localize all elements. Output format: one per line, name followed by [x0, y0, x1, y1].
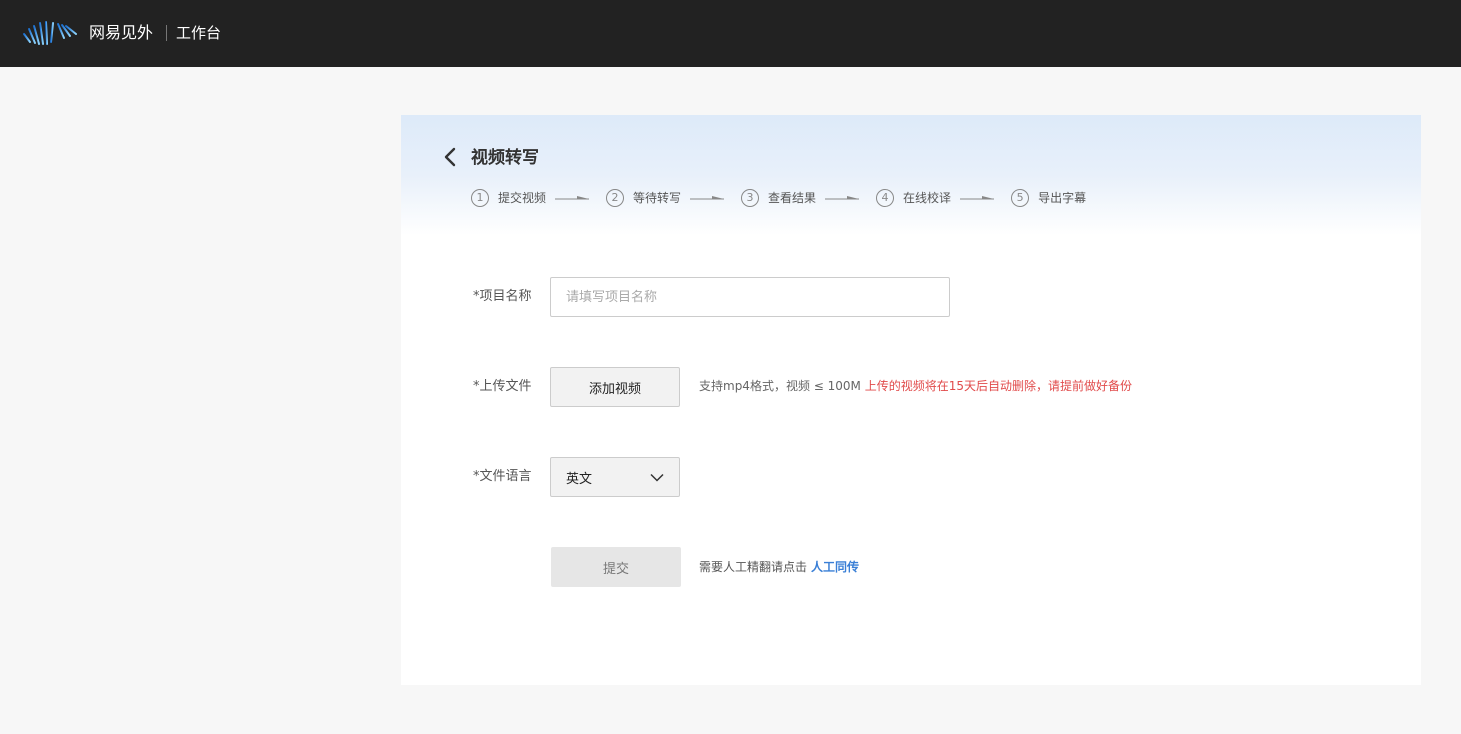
- step-number: 2: [606, 189, 625, 207]
- step-number: 5: [1011, 189, 1030, 207]
- step-2: 2 等待转写: [606, 189, 741, 207]
- project-name-label: *项目名称: [473, 289, 532, 304]
- project-name-input[interactable]: [550, 277, 950, 317]
- submit-button[interactable]: 提交: [551, 547, 681, 587]
- step-number: 3: [741, 189, 760, 207]
- waveform-logo-icon[interactable]: [22, 20, 80, 46]
- step-number: 4: [876, 189, 895, 207]
- arrow-right-icon: [960, 196, 995, 200]
- language-select[interactable]: 英文: [550, 457, 680, 497]
- manual-interpretation-link[interactable]: 人工同传: [811, 560, 859, 574]
- page-title: 视频转写: [471, 148, 539, 168]
- chevron-left-icon[interactable]: [441, 147, 459, 167]
- add-video-button[interactable]: 添加视频: [550, 367, 680, 407]
- transcription-card: 视频转写 1 提交视频 2 等待转写 3 查看结果 4 在线校译 5 导出字幕 …: [401, 115, 1421, 685]
- top-bar: 网易见外 工作台: [0, 0, 1461, 67]
- brand-name[interactable]: 网易见外: [89, 22, 153, 44]
- arrow-right-icon: [690, 196, 725, 200]
- upload-label: *上传文件: [473, 379, 532, 394]
- step-3: 3 查看结果: [741, 189, 876, 207]
- language-label: *文件语言: [473, 469, 532, 484]
- step-1: 1 提交视频: [471, 189, 606, 207]
- arrow-right-icon: [555, 196, 590, 200]
- workspace-label[interactable]: 工作台: [176, 23, 221, 43]
- language-value: 英文: [566, 471, 593, 487]
- chevron-down-icon: [650, 473, 664, 482]
- upload-hint: 支持mp4格式，视频 ≤ 100M 上传的视频将在15天后自动删除，请提前做好备…: [699, 377, 1132, 395]
- step-label: 提交视频: [498, 191, 547, 205]
- arrow-right-icon: [825, 196, 860, 200]
- step-label: 查看结果: [768, 191, 817, 205]
- manual-translation-hint: 需要人工精翻请点击 人工同传: [699, 558, 859, 576]
- upload-format-hint: 支持mp4格式，视频 ≤ 100M: [699, 379, 861, 393]
- step-5: 5 导出字幕: [1011, 189, 1086, 207]
- step-label: 导出字幕: [1038, 191, 1087, 205]
- card-header: 视频转写 1 提交视频 2 等待转写 3 查看结果 4 在线校译 5 导出字幕: [401, 115, 1421, 235]
- step-4: 4 在线校译: [876, 189, 1011, 207]
- brand-divider: [166, 25, 167, 41]
- manual-hint-text: 需要人工精翻请点击: [699, 560, 808, 574]
- step-label: 等待转写: [633, 191, 682, 205]
- step-number: 1: [471, 189, 489, 207]
- step-label: 在线校译: [903, 191, 952, 205]
- progress-steps: 1 提交视频 2 等待转写 3 查看结果 4 在线校译 5 导出字幕: [471, 188, 1086, 208]
- upload-warning: 上传的视频将在15天后自动删除，请提前做好备份: [864, 379, 1132, 393]
